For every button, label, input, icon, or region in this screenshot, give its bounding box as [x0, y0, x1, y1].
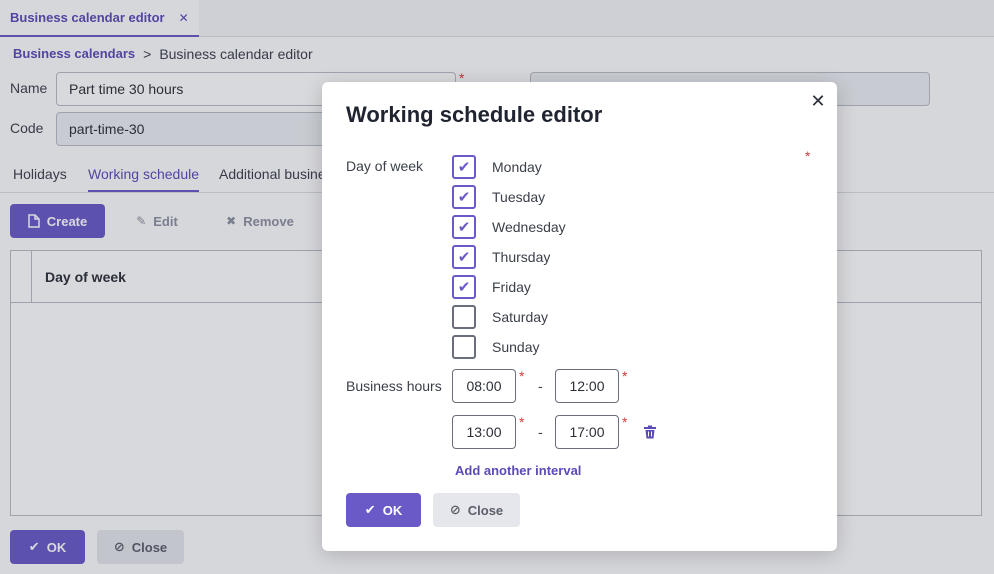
check-icon: ✔ — [364, 502, 376, 517]
day-of-week-label: Day of week — [346, 158, 424, 174]
day-tuesday[interactable]: ✔ Tuesday — [452, 184, 545, 210]
day-label: Tuesday — [492, 189, 546, 205]
day-sunday[interactable]: Sunday — [452, 334, 539, 360]
day-wednesday[interactable]: ✔ Wednesday — [452, 214, 566, 240]
day-label: Wednesday — [492, 219, 566, 235]
required-mark: * — [622, 414, 628, 430]
dialog-close-label: Close — [467, 502, 504, 518]
checkbox-unchecked-icon[interactable] — [452, 305, 476, 329]
dialog-close-button[interactable]: ⊘ Close — [433, 493, 520, 527]
interval-separator: - — [538, 378, 543, 394]
interval-1-end-field[interactable]: 12:00 — [555, 369, 619, 403]
day-label: Thursday — [492, 249, 551, 265]
day-label: Monday — [492, 159, 542, 175]
ban-icon: ⊘ — [449, 502, 461, 517]
checkbox-checked-icon[interactable]: ✔ — [452, 215, 476, 239]
day-thursday[interactable]: ✔ Thursday — [452, 244, 550, 270]
working-schedule-dialog: Working schedule editor ✕ Day of week * … — [322, 82, 837, 551]
close-icon[interactable]: ✕ — [809, 91, 827, 111]
required-mark: * — [519, 368, 525, 384]
add-interval-link[interactable]: Add another interval — [455, 463, 581, 478]
checkbox-checked-icon[interactable]: ✔ — [452, 275, 476, 299]
checkbox-checked-icon[interactable]: ✔ — [452, 245, 476, 269]
dialog-title: Working schedule editor — [346, 102, 603, 127]
required-mark: * — [805, 148, 811, 164]
day-label: Friday — [492, 279, 531, 295]
day-friday[interactable]: ✔ Friday — [452, 274, 531, 300]
interval-2-end-field[interactable]: 17:00 — [555, 415, 619, 449]
dialog-ok-label: OK — [382, 502, 403, 518]
trash-icon[interactable] — [643, 425, 657, 439]
dialog-ok-button[interactable]: ✔ OK — [346, 493, 421, 527]
checkbox-checked-icon[interactable]: ✔ — [452, 155, 476, 179]
interval-separator: - — [538, 424, 543, 440]
business-hours-label: Business hours — [346, 378, 442, 394]
day-label: Sunday — [492, 339, 540, 355]
interval-1-start-field[interactable]: 08:00 — [452, 369, 516, 403]
required-mark: * — [519, 414, 525, 430]
day-label: Saturday — [492, 309, 549, 325]
checkbox-checked-icon[interactable]: ✔ — [452, 185, 476, 209]
required-mark: * — [622, 368, 628, 384]
day-monday[interactable]: ✔ Monday — [452, 154, 542, 180]
interval-2-start-field[interactable]: 13:00 — [452, 415, 516, 449]
day-saturday[interactable]: Saturday — [452, 304, 548, 330]
checkbox-unchecked-icon[interactable] — [452, 335, 476, 359]
